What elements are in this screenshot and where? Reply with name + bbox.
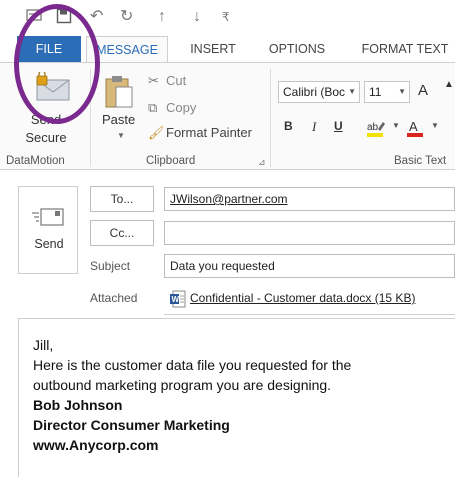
tab-options[interactable]: OPTIONS bbox=[262, 36, 332, 63]
font-size-select[interactable]: 11 ▼ bbox=[364, 81, 410, 103]
paste-label: Paste bbox=[102, 112, 136, 127]
attachment-name: Confidential - Customer data.docx (15 KB… bbox=[190, 291, 416, 305]
body-line: outbound marketing program you are desig… bbox=[33, 377, 332, 393]
svg-text:W: W bbox=[172, 295, 180, 304]
word-document-icon: W bbox=[170, 290, 186, 308]
chevron-down-icon: ▼ bbox=[348, 87, 356, 96]
font-name-value: Calibri (Boc bbox=[283, 85, 346, 99]
copy-label: Copy bbox=[166, 100, 197, 115]
tab-format-text[interactable]: FORMAT TEXT bbox=[350, 36, 455, 63]
bold-button[interactable]: B bbox=[284, 119, 293, 133]
format-painter-label: Format Painter bbox=[166, 125, 252, 140]
cut-button[interactable]: ✂ Cut bbox=[148, 73, 186, 89]
up-arrow-icon[interactable]: ↑ bbox=[158, 8, 166, 26]
redo-icon[interactable]: ↻ bbox=[120, 8, 133, 26]
message-body[interactable]: Jill, Here is the customer data file you… bbox=[18, 318, 455, 477]
svg-text:ab: ab bbox=[367, 122, 379, 133]
signature-name: Bob Johnson bbox=[33, 397, 123, 413]
paintbrush-icon: 🖌 bbox=[148, 125, 165, 140]
signature-website: www.Anycorp.com bbox=[33, 437, 159, 453]
attached-label: Attached bbox=[90, 291, 138, 305]
signature-title: Director Consumer Marketing bbox=[33, 417, 230, 433]
font-name-select[interactable]: Calibri (Boc ▼ bbox=[278, 81, 360, 103]
grow-font-button[interactable]: A bbox=[418, 82, 428, 99]
group-divider bbox=[270, 69, 271, 167]
clipboard-dialog-launcher-icon[interactable]: ⊿ bbox=[258, 157, 266, 168]
chevron-down-icon: ▼ bbox=[398, 87, 406, 96]
cut-label: Cut bbox=[166, 73, 187, 88]
cc-field[interactable] bbox=[164, 221, 455, 245]
svg-text:A: A bbox=[409, 119, 418, 134]
grow-font-arrow-icon: ▲ bbox=[444, 79, 454, 90]
format-painter-button[interactable]: 🖌Format Painter bbox=[148, 125, 252, 141]
body-line: Here is the customer data file you reque… bbox=[33, 357, 352, 373]
to-button[interactable]: To... bbox=[90, 186, 154, 212]
font-color-dropdown-icon[interactable]: ▼ bbox=[431, 121, 439, 130]
paste-dropdown-icon[interactable]: ▼ bbox=[117, 131, 125, 140]
undo-icon[interactable]: ↶ bbox=[90, 8, 103, 26]
cc-button[interactable]: Cc... bbox=[90, 220, 154, 246]
highlight-color-icon[interactable]: ab bbox=[366, 119, 388, 137]
copy-icon: ⧉ bbox=[148, 100, 158, 115]
customize-qat-icon[interactable]: ₹ bbox=[222, 8, 230, 26]
font-size-value: 11 bbox=[369, 85, 382, 99]
italic-button[interactable]: I bbox=[312, 119, 316, 135]
underline-button[interactable]: U bbox=[334, 119, 343, 133]
down-arrow-icon[interactable]: ↓ bbox=[193, 8, 201, 26]
clipboard-group-label: Clipboard bbox=[146, 155, 196, 167]
recipient-address[interactable]: JWilson@partner.com bbox=[170, 192, 288, 206]
highlight-oval bbox=[14, 4, 100, 124]
send-secure-label-line2: Secure bbox=[25, 130, 67, 145]
font-color-icon[interactable]: A bbox=[406, 119, 428, 137]
scissors-icon: ✂ bbox=[148, 73, 159, 88]
highlight-dropdown-icon[interactable]: ▼ bbox=[392, 121, 400, 130]
send-envelope-icon bbox=[32, 208, 64, 226]
body-greeting: Jill, bbox=[33, 337, 54, 353]
basic-text-group-label: Basic Text bbox=[394, 155, 447, 167]
attachment-divider bbox=[164, 314, 455, 315]
subject-label: Subject bbox=[90, 259, 131, 273]
attachment-item[interactable]: W Confidential - Customer data.docx (15 … bbox=[170, 286, 415, 310]
tab-insert[interactable]: INSERT bbox=[178, 36, 248, 63]
datamotion-group-label: DataMotion bbox=[6, 155, 65, 167]
subject-field[interactable]: Data you requested bbox=[164, 254, 455, 278]
copy-button[interactable]: ⧉ Copy bbox=[148, 100, 196, 116]
send-label: Send bbox=[34, 237, 64, 251]
send-button[interactable]: Send bbox=[18, 186, 78, 274]
paste-icon bbox=[105, 76, 133, 108]
to-field[interactable]: JWilson@partner.com bbox=[164, 187, 455, 211]
